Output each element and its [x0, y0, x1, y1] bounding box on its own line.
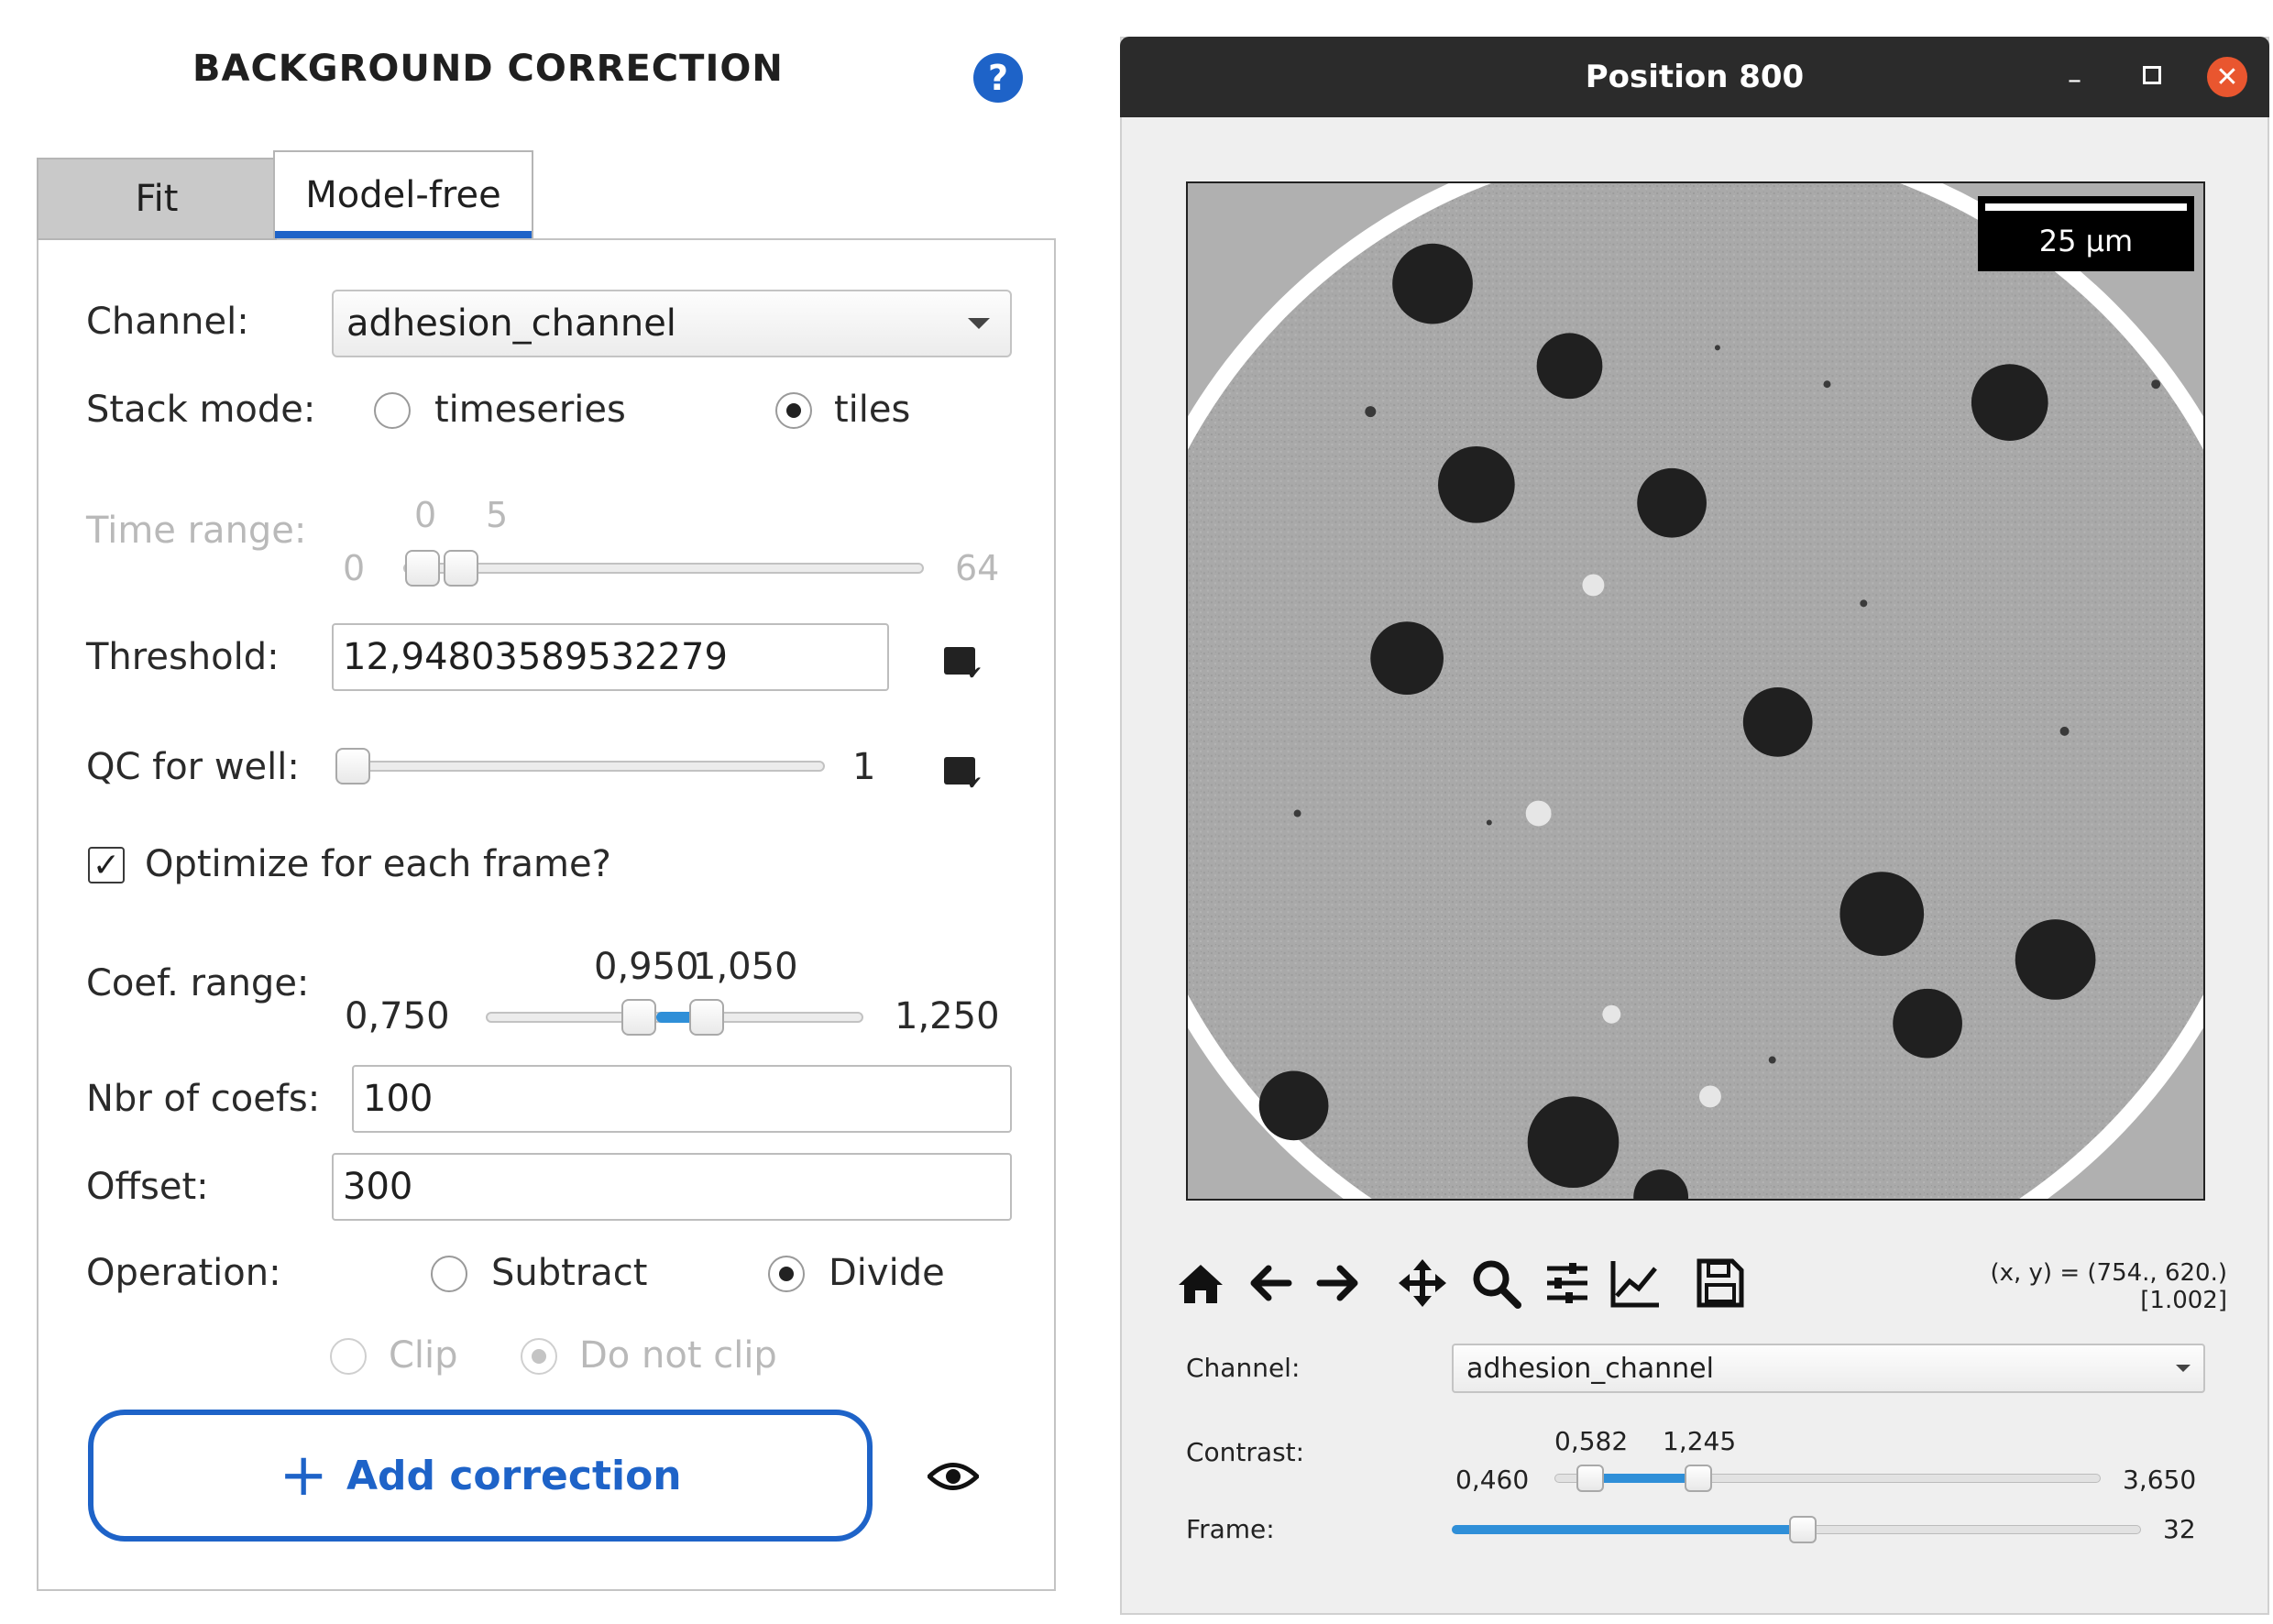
time-range-high-handle[interactable] — [444, 550, 478, 587]
model-free-panel — [37, 238, 1056, 1591]
back-arrow-icon[interactable] — [1243, 1256, 1298, 1311]
threshold-label: Threshold: — [86, 636, 280, 678]
contrast-high-value: 1,245 — [1663, 1426, 1737, 1456]
tab-fit-label: Fit — [135, 178, 179, 220]
nbr-of-coefs-label: Nbr of coefs: — [86, 1078, 321, 1120]
viewer-channel-dropdown[interactable]: adhesion_channel — [1452, 1344, 2205, 1393]
qc-for-well-label: QC for well: — [86, 746, 300, 788]
frame-slider-handle[interactable] — [1789, 1516, 1817, 1543]
home-icon[interactable] — [1173, 1256, 1228, 1311]
coef-range-label: Coef. range: — [86, 962, 310, 1004]
stack-mode-timeseries-radio[interactable] — [374, 392, 411, 429]
operation-subtract-label: Subtract — [491, 1252, 648, 1294]
contrast-max: 3,650 — [2123, 1465, 2197, 1495]
viewer-window-title: Position 800 — [1585, 59, 1805, 95]
time-range-high-value: 5 — [486, 495, 509, 535]
qc-for-well-slider-track[interactable] — [337, 761, 825, 772]
chevron-down-icon — [968, 318, 990, 329]
stack-mode-label: Stack mode: — [86, 389, 316, 431]
offset-input[interactable]: 300 — [332, 1153, 1012, 1221]
chevron-down-icon — [2176, 1365, 2191, 1372]
threshold-input-value: 12,94803589532279 — [343, 636, 728, 678]
plus-icon: + — [279, 1442, 328, 1509]
edit-axis-icon[interactable] — [1608, 1256, 1663, 1311]
frame-label: Frame: — [1186, 1514, 1275, 1544]
operation-divide-radio[interactable] — [768, 1256, 805, 1292]
threshold-estimate-icon[interactable] — [944, 647, 983, 684]
channel-label: Channel: — [86, 301, 249, 343]
time-range-low-value: 0 — [414, 495, 437, 535]
cursor-coordinates: (x, y) = (754., 620.) [1.002] — [1888, 1259, 2227, 1314]
time-range-low-handle[interactable] — [405, 550, 440, 587]
minimize-button[interactable]: – — [2068, 64, 2081, 96]
tab-model-free[interactable]: Model-free — [273, 150, 533, 238]
time-range-min: 0 — [343, 548, 366, 588]
coef-range-min: 0,750 — [345, 995, 450, 1037]
coef-range-max: 1,250 — [895, 995, 1000, 1037]
tab-model-free-label: Model-free — [305, 174, 501, 216]
contrast-slider-fill — [1591, 1474, 1699, 1483]
tab-fit[interactable]: Fit — [37, 158, 277, 240]
contrast-low-handle[interactable] — [1576, 1465, 1604, 1492]
operation-subtract-radio[interactable] — [431, 1256, 467, 1292]
add-correction-button[interactable]: + Add correction — [88, 1410, 873, 1542]
stack-mode-tiles-label: tiles — [834, 389, 911, 431]
frame-value: 32 — [2163, 1514, 2196, 1544]
scale-bar-label: 25 µm — [2038, 224, 2134, 258]
scale-bar-line — [1985, 203, 2187, 211]
viewer-channel-label: Channel: — [1186, 1353, 1301, 1383]
save-icon[interactable] — [1692, 1256, 1747, 1311]
coef-range-high-handle[interactable] — [689, 999, 724, 1036]
maximize-button[interactable] — [2143, 66, 2161, 84]
threshold-input[interactable]: 12,94803589532279 — [332, 623, 889, 691]
microscopy-image[interactable] — [1186, 181, 2205, 1201]
pan-icon[interactable] — [1395, 1256, 1450, 1311]
operation-label: Operation: — [86, 1252, 281, 1294]
contrast-high-handle[interactable] — [1685, 1465, 1712, 1492]
time-range-label: Time range: — [86, 510, 307, 552]
stack-mode-timeseries-label: timeseries — [434, 389, 626, 431]
configure-subplots-icon[interactable] — [1540, 1256, 1595, 1311]
forward-arrow-icon[interactable] — [1311, 1256, 1366, 1311]
nbr-of-coefs-input[interactable]: 100 — [352, 1065, 1012, 1133]
add-correction-label: Add correction — [346, 1452, 682, 1499]
clip-radio[interactable] — [330, 1338, 367, 1375]
coef-range-high-value: 1,050 — [693, 946, 798, 988]
offset-label: Offset: — [86, 1166, 209, 1208]
panel-title: BACKGROUND CORRECTION — [192, 48, 784, 90]
channel-dropdown[interactable]: adhesion_channel — [332, 290, 1012, 357]
coef-range-low-handle[interactable] — [621, 999, 656, 1036]
eye-icon[interactable] — [928, 1459, 979, 1494]
time-range-max: 64 — [955, 548, 1000, 588]
clip-label: Clip — [389, 1334, 458, 1377]
nbr-of-coefs-value: 100 — [363, 1078, 434, 1120]
optimize-checkbox[interactable]: ✓ — [88, 846, 125, 884]
optimize-label: Optimize for each frame? — [145, 843, 611, 885]
do-not-clip-label: Do not clip — [579, 1334, 777, 1377]
contrast-label: Contrast: — [1186, 1437, 1305, 1467]
help-icon[interactable]: ? — [973, 53, 1023, 103]
channel-dropdown-value: adhesion_channel — [346, 302, 676, 345]
operation-divide-label: Divide — [829, 1252, 945, 1294]
time-range-slider-track[interactable] — [403, 563, 924, 574]
offset-value: 300 — [343, 1166, 413, 1208]
do-not-clip-radio[interactable] — [521, 1338, 557, 1375]
pixel-value-line: [1.002] — [2140, 1287, 2227, 1314]
viewer-channel-value: adhesion_channel — [1466, 1352, 1714, 1385]
close-button[interactable]: ✕ — [2207, 57, 2247, 97]
qc-for-well-handle[interactable] — [335, 748, 370, 785]
qc-for-well-value: 1 — [852, 746, 876, 788]
zoom-icon[interactable] — [1468, 1256, 1523, 1311]
qc-estimate-icon[interactable] — [944, 757, 983, 794]
contrast-low-value: 0,582 — [1554, 1426, 1629, 1456]
frame-slider-fill — [1452, 1525, 1804, 1534]
coef-range-low-value: 0,950 — [594, 946, 699, 988]
check-icon: ✓ — [92, 846, 121, 884]
contrast-min: 0,460 — [1455, 1465, 1530, 1495]
coordinates-line: (x, y) = (754., 620.) — [1990, 1259, 2227, 1287]
stack-mode-tiles-radio[interactable] — [775, 392, 812, 429]
